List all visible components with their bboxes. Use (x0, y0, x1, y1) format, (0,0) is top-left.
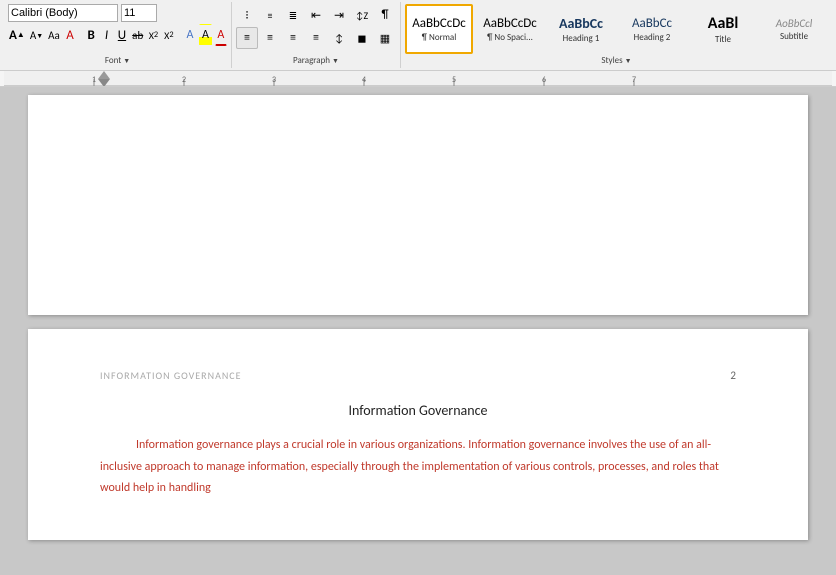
style-heading1-preview: AaBbCc (559, 15, 603, 32)
underline-button[interactable]: U (116, 24, 128, 46)
font-size-input[interactable] (121, 4, 157, 22)
chapter-label: INFORMATION GOVERNANCE (100, 369, 242, 382)
increase-indent-button[interactable]: ⇥ (328, 4, 350, 26)
style-no-spacing-label: ¶ No Spaci... (487, 32, 533, 43)
text-effect-button[interactable]: A (184, 24, 196, 46)
font-name-input[interactable] (8, 4, 118, 22)
font-expand-icon[interactable]: ▼ (123, 56, 130, 65)
paragraph-section-label: Paragraph ▼ (232, 55, 400, 66)
document-area: INFORMATION GOVERNANCE 2 Information Gov… (0, 87, 836, 564)
svg-text:6: 6 (542, 75, 546, 85)
change-case-button[interactable]: Aa (47, 24, 61, 46)
svg-text:4: 4 (362, 75, 366, 85)
style-title-preview: AaBl (708, 14, 739, 33)
align-center-button[interactable]: ≡ (259, 27, 281, 49)
style-normal-preview: AaBbCcDc (412, 16, 466, 31)
shrink-font-button[interactable]: A▼ (29, 24, 44, 46)
font-section-label: Font ▼ (4, 55, 231, 66)
svg-text:2: 2 (182, 75, 186, 85)
toolbar: A▲ A▼ Aa A B I U ab X2 X2 A A A Font ▼ ⁝… (0, 0, 836, 71)
superscript-button[interactable]: X2 (163, 24, 175, 46)
paragraph-expand-icon[interactable]: ▼ (332, 56, 339, 65)
page-1 (28, 95, 808, 315)
svg-text:7: 7 (632, 75, 636, 85)
style-subtitle-preview: AoBbCcl (776, 17, 813, 30)
clear-format-button[interactable]: A (64, 24, 76, 46)
page-2: INFORMATION GOVERNANCE 2 Information Gov… (28, 329, 808, 540)
doc-paragraph: Information governance plays a crucial r… (100, 435, 736, 500)
text-highlight-button[interactable]: A (199, 24, 211, 46)
styles-section-label: Styles ▼ (401, 55, 832, 66)
align-justify-button[interactable]: ≡ (305, 27, 327, 49)
align-left-button[interactable]: ≡ (236, 27, 258, 49)
style-normal-label: ¶ Normal (422, 32, 457, 43)
style-normal[interactable]: AaBbCcDc ¶ Normal (405, 4, 473, 54)
style-no-spacing-preview: AaBbCcDc (483, 16, 537, 31)
page-header: INFORMATION GOVERNANCE 2 (100, 369, 736, 382)
italic-button[interactable]: I (100, 24, 112, 46)
font-section: A▲ A▼ Aa A B I U ab X2 X2 A A A Font ▼ (4, 2, 232, 68)
style-no-spacing[interactable]: AaBbCcDc ¶ No Spaci... (476, 4, 544, 54)
svg-text:5: 5 (452, 75, 456, 85)
style-heading2[interactable]: AaBbCc Heading 2 (618, 4, 686, 54)
align-right-button[interactable]: ≡ (282, 27, 304, 49)
grow-font-button[interactable]: A▲ (8, 24, 26, 46)
borders-button[interactable]: ▦ (374, 27, 396, 49)
page-2-content: INFORMATION GOVERNANCE 2 Information Gov… (28, 329, 808, 540)
font-color-button[interactable]: A (215, 24, 227, 46)
decrease-indent-button[interactable]: ⇤ (305, 4, 327, 26)
style-title-label: Title (715, 34, 731, 45)
numbering-button[interactable]: ≡ (259, 4, 281, 26)
bold-button[interactable]: B (85, 24, 97, 46)
styles-section: AaBbCcDc ¶ Normal AaBbCcDc ¶ No Spaci...… (401, 2, 832, 68)
show-formatting-button[interactable]: ¶ (374, 4, 396, 26)
svg-text:3: 3 (272, 75, 276, 85)
paragraph-section: ⁝ ≡ ≣ ⇤ ⇥ ↕Z ¶ ≡ ≡ ≡ ≡ ↕ ◼ ▦ Paragraph ▼ (232, 2, 401, 68)
style-title[interactable]: AaBl Title (689, 4, 757, 54)
multilevel-list-button[interactable]: ≣ (282, 4, 304, 26)
style-heading1-label: Heading 1 (563, 33, 600, 44)
style-subtitle[interactable]: AoBbCcl Subtitle (760, 4, 828, 54)
doc-title: Information Governance (100, 402, 736, 419)
style-heading1[interactable]: AaBbCc Heading 1 (547, 4, 615, 54)
shading-button[interactable]: ◼ (351, 27, 373, 49)
ruler-inner: 1 2 3 4 5 6 7 (4, 71, 832, 86)
style-heading2-label: Heading 2 (634, 32, 671, 43)
sort-button[interactable]: ↕Z (351, 4, 373, 26)
line-spacing-button[interactable]: ↕ (328, 27, 350, 49)
strikethrough-button[interactable]: ab (131, 24, 144, 46)
styles-expand-icon[interactable]: ▼ (625, 56, 632, 65)
svg-text:1: 1 (92, 75, 96, 85)
subscript-button[interactable]: X2 (147, 24, 159, 46)
style-subtitle-label: Subtitle (780, 31, 808, 42)
ruler: 1 2 3 4 5 6 7 (0, 71, 836, 87)
style-heading2-preview: AaBbCc (632, 16, 672, 31)
styles-list: AaBbCcDc ¶ Normal AaBbCcDc ¶ No Spaci...… (405, 4, 828, 54)
bullets-button[interactable]: ⁝ (236, 4, 258, 26)
page-number: 2 (730, 369, 736, 382)
